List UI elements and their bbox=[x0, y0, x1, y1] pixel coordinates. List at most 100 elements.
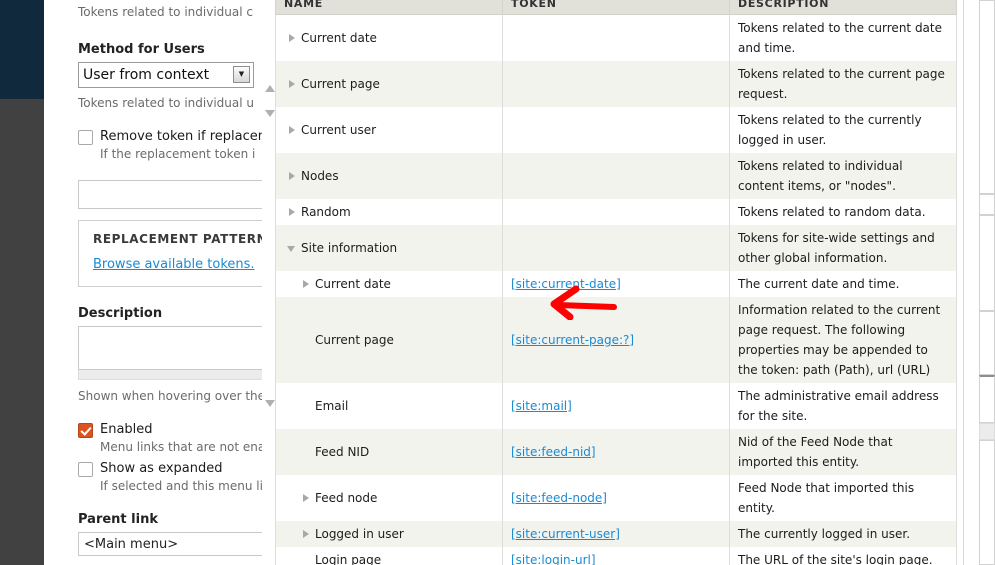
remove-token-checkbox[interactable] bbox=[78, 130, 93, 145]
tokens-content-help-text: Tokens related to individual c bbox=[78, 5, 253, 19]
token-link[interactable]: [site:current-user] bbox=[511, 527, 620, 541]
method-for-users-select[interactable]: User from context bbox=[78, 62, 254, 88]
cell-name: Login page bbox=[275, 547, 503, 565]
cell-token bbox=[502, 153, 730, 199]
cell-name: Current date bbox=[275, 14, 503, 61]
token-link[interactable]: [site:login-url] bbox=[511, 553, 596, 565]
token-link[interactable]: [site:current-page:?] bbox=[511, 333, 634, 347]
replacement-patterns-title: REPLACEMENT PATTERN bbox=[93, 232, 268, 246]
token-name-label: Login page bbox=[315, 553, 382, 565]
description-textarea[interactable] bbox=[78, 326, 280, 370]
right-panel-block-2 bbox=[979, 194, 995, 215]
caret-down-icon[interactable] bbox=[286, 242, 298, 254]
caret-right-icon[interactable] bbox=[300, 278, 312, 290]
token-browser-table: NAME TOKEN DESCRIPTION Current date Token… bbox=[275, 0, 957, 565]
cell-token: [site:feed-node] bbox=[502, 475, 730, 521]
remove-token-checkbox-row[interactable]: Remove token if replacem bbox=[78, 129, 280, 145]
caret-right-icon[interactable] bbox=[286, 206, 298, 218]
description-help-text: Shown when hovering over the bbox=[78, 389, 266, 403]
column-header-token[interactable]: TOKEN bbox=[502, 0, 730, 15]
cell-token bbox=[502, 14, 730, 61]
method-for-users-select-wrap[interactable]: User from context ▼ bbox=[78, 62, 254, 88]
token-link[interactable]: [site:mail] bbox=[511, 399, 572, 413]
token-name-label: Random bbox=[301, 205, 351, 219]
table-row[interactable]: Site information Tokens for site-wide set… bbox=[275, 225, 957, 271]
table-row[interactable]: Logged in user [site:current-user] The cur… bbox=[275, 521, 957, 547]
table-row[interactable]: Feed node [site:feed-node] Feed Node that … bbox=[275, 475, 957, 521]
browse-available-tokens-link[interactable]: Browse available tokens. bbox=[93, 257, 255, 272]
cell-token: [site:mail] bbox=[502, 383, 730, 429]
form-upper-textbox[interactable] bbox=[78, 180, 280, 209]
cell-name: Nodes bbox=[275, 153, 503, 199]
enabled-help-text: Menu links that are not enab bbox=[100, 440, 273, 454]
cell-name: Current date bbox=[275, 271, 503, 297]
column-header-name[interactable]: NAME bbox=[275, 0, 503, 15]
column-header-description[interactable]: DESCRIPTION bbox=[729, 0, 957, 15]
cell-token bbox=[502, 199, 730, 225]
token-name-label: Current page bbox=[301, 77, 380, 91]
cell-name: Email bbox=[275, 383, 503, 429]
window-edge-navy-band bbox=[0, 0, 44, 99]
cell-description: Tokens related to random data. bbox=[729, 199, 957, 225]
enabled-checkbox[interactable] bbox=[78, 423, 93, 438]
right-panel-block-1 bbox=[979, 0, 995, 194]
table-row[interactable]: Current date Tokens related to the curren… bbox=[275, 14, 957, 61]
show-as-expanded-checkbox-row[interactable]: Show as expanded bbox=[78, 461, 280, 477]
token-table-header-row: NAME TOKEN DESCRIPTION bbox=[275, 0, 957, 15]
cell-token: [site:current-date] bbox=[502, 271, 730, 297]
cell-description: Nid of the Feed Node that imported this … bbox=[729, 429, 957, 475]
description-textarea-resizer[interactable] bbox=[78, 370, 280, 380]
scroll-up-arrow-icon[interactable] bbox=[265, 85, 275, 92]
right-panel-block-3 bbox=[979, 215, 995, 311]
cell-name: Site information bbox=[275, 225, 503, 271]
cell-name: Logged in user bbox=[275, 521, 503, 547]
cell-name: Feed node bbox=[275, 475, 503, 521]
enabled-checkbox-row[interactable]: Enabled bbox=[78, 422, 280, 438]
table-row[interactable]: Current date [site:current-date] The curre… bbox=[275, 271, 957, 297]
right-panel-strip bbox=[979, 423, 995, 440]
table-row[interactable]: Feed NID [site:feed-nid] Nid of the Feed N… bbox=[275, 429, 957, 475]
cell-description: Tokens related to the current page reque… bbox=[729, 61, 957, 107]
token-name-label: Logged in user bbox=[315, 527, 404, 541]
token-name-label: Email bbox=[315, 399, 349, 413]
table-row[interactable]: Current page Tokens related to the curren… bbox=[275, 61, 957, 107]
caret-spacer-icon bbox=[300, 446, 312, 458]
caret-right-icon[interactable] bbox=[286, 124, 298, 136]
description-label: Description bbox=[78, 306, 163, 321]
table-row[interactable]: Random Tokens related to random data. bbox=[275, 199, 957, 225]
token-name-label: Current page bbox=[315, 333, 394, 347]
show-as-expanded-checkbox[interactable] bbox=[78, 462, 93, 477]
caret-right-icon[interactable] bbox=[300, 492, 312, 504]
caret-right-icon[interactable] bbox=[286, 78, 298, 90]
enabled-label: Enabled bbox=[100, 422, 153, 437]
table-row[interactable]: Email [site:mail] The administrative email… bbox=[275, 383, 957, 429]
token-link[interactable]: [site:feed-node] bbox=[511, 491, 607, 505]
cell-description: Information related to the current page … bbox=[729, 297, 957, 383]
caret-right-icon[interactable] bbox=[300, 528, 312, 540]
token-name-label: Current user bbox=[301, 123, 377, 137]
table-row[interactable]: Current user Tokens related to the curren… bbox=[275, 107, 957, 153]
caret-right-icon[interactable] bbox=[286, 32, 298, 44]
token-name-label: Current date bbox=[301, 31, 377, 45]
table-row[interactable]: Login page [site:login-url] The URL of the… bbox=[275, 547, 957, 565]
parent-link-select[interactable]: <Main menu> bbox=[78, 532, 280, 556]
cell-token: [site:current-page:?] bbox=[502, 297, 730, 383]
cell-description: The currently logged in user. bbox=[729, 521, 957, 547]
cell-description: Tokens related to the currently logged i… bbox=[729, 107, 957, 153]
caret-right-icon[interactable] bbox=[286, 170, 298, 182]
form-scrollbar[interactable] bbox=[262, 0, 275, 565]
right-panel-block-5 bbox=[979, 375, 995, 423]
replacement-patterns-panel: REPLACEMENT PATTERN Browse available tok… bbox=[78, 220, 280, 287]
token-link[interactable]: [site:current-date] bbox=[511, 277, 621, 291]
cell-name: Current page bbox=[275, 297, 503, 383]
show-as-expanded-help-text: If selected and this menu lin bbox=[100, 479, 271, 493]
parent-link-label: Parent link bbox=[78, 512, 158, 527]
cell-name: Feed NID bbox=[275, 429, 503, 475]
table-row[interactable]: Nodes Tokens related to individual conten… bbox=[275, 153, 957, 199]
scroll-down-arrow-icon[interactable] bbox=[265, 110, 275, 117]
scroll-down-arrow-icon-2[interactable] bbox=[265, 400, 275, 407]
cell-description: The current date and time. bbox=[729, 271, 957, 297]
table-row[interactable]: Current page [site:current-page:?] Informa… bbox=[275, 297, 957, 383]
token-link[interactable]: [site:feed-nid] bbox=[511, 445, 596, 459]
caret-spacer-icon bbox=[300, 334, 312, 346]
